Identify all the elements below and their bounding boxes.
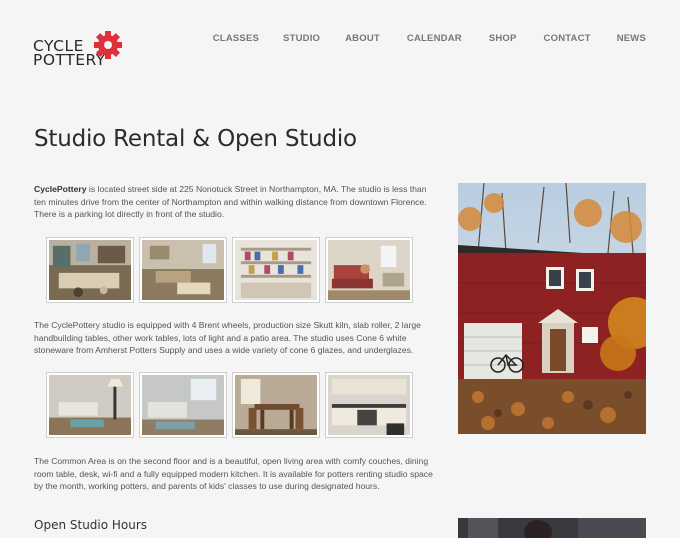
open-studio-heading: Open Studio Hours: [34, 518, 148, 532]
nav-item-about[interactable]: ABOUT: [345, 33, 380, 44]
common-area-paragraph: The Common Area is on the second floor a…: [34, 456, 433, 492]
equipment-paragraph: The CyclePottery studio is equipped with…: [34, 320, 421, 356]
gallery-thumb-sitting-area[interactable]: [139, 372, 227, 438]
nav-item-contact[interactable]: CONTACT: [544, 33, 591, 44]
gallery-thumb-living-room[interactable]: [46, 372, 134, 438]
nav-item-classes[interactable]: CLASSES: [213, 33, 259, 44]
studio-barn-photo: [458, 183, 646, 434]
gallery-thumb-work-tables[interactable]: [139, 237, 227, 303]
site-logo[interactable]: CYCLE POTTERY: [33, 30, 125, 70]
gallery-thumb-studio-workshop[interactable]: [46, 237, 134, 303]
nav-item-studio[interactable]: STUDIO: [283, 33, 320, 44]
intro-paragraph: CyclePottery is located street side at 2…: [34, 183, 434, 221]
intro-text: is located street side at 225 Nonotuck S…: [34, 184, 427, 220]
gallery-thumb-kitchen[interactable]: [325, 372, 413, 438]
gallery-thumb-dining-table[interactable]: [232, 372, 320, 438]
studio-gallery-row-1: [46, 237, 413, 303]
gallery-thumb-glaze-shelves[interactable]: [232, 237, 320, 303]
nav-item-shop[interactable]: SHOP: [489, 33, 517, 44]
gear-icon: [94, 31, 122, 59]
brand-name: CyclePottery: [34, 184, 87, 194]
gallery-thumb-lounge-couch[interactable]: [325, 237, 413, 303]
open-studio-photo: [458, 518, 646, 538]
studio-gallery-row-2: [46, 372, 413, 438]
nav-item-calendar[interactable]: CALENDAR: [407, 33, 462, 44]
page-title: Studio Rental & Open Studio: [34, 126, 357, 152]
nav-item-news[interactable]: NEWS: [617, 33, 646, 44]
main-nav: CLASSES STUDIO ABOUT CALENDAR SHOP CONTA…: [213, 33, 646, 44]
